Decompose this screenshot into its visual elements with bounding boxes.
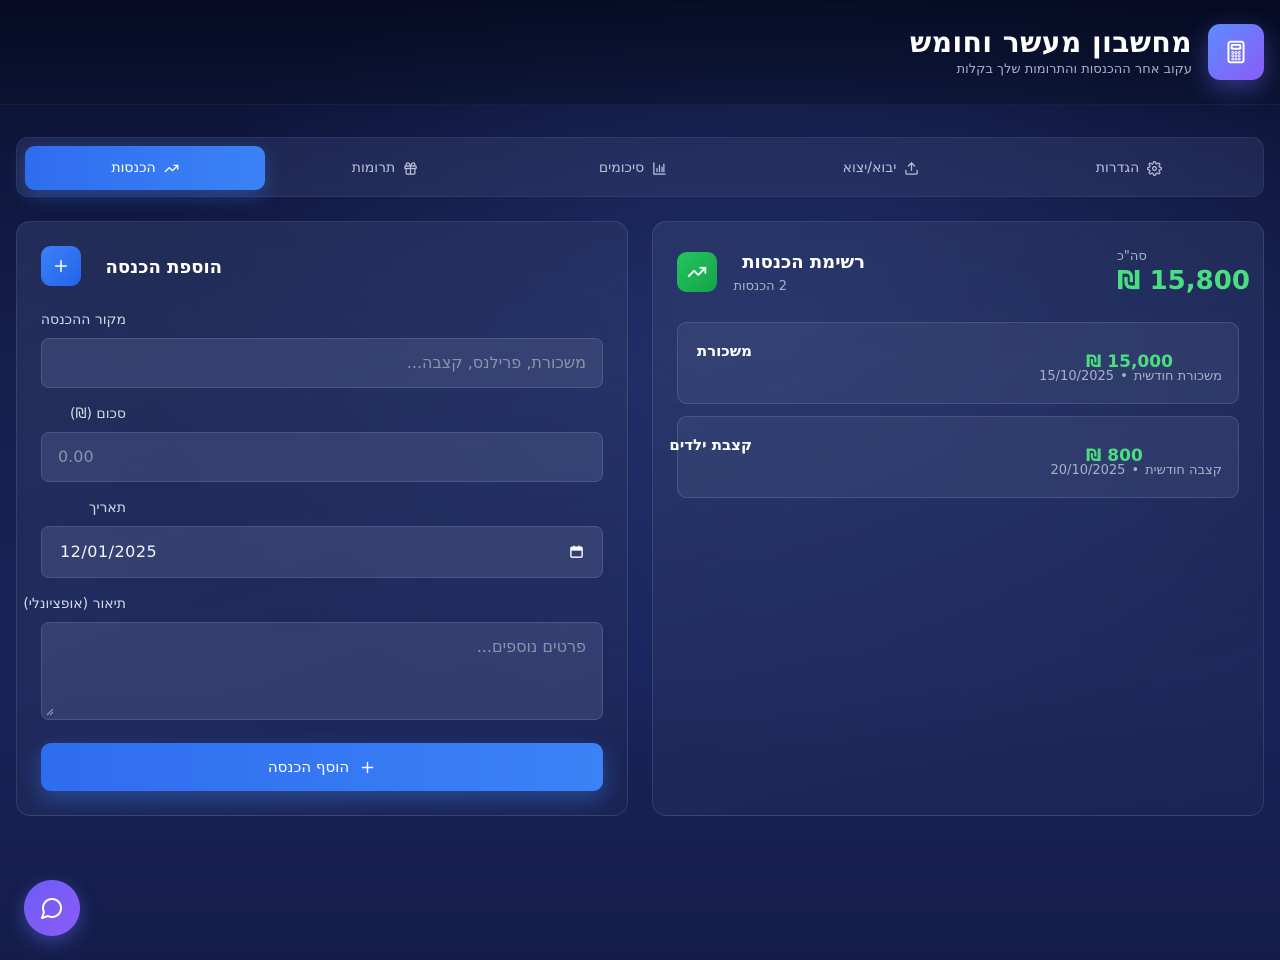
add-income-card: הוספת הכנסה מקור ההכנסה משכורת, פרילנס, …	[16, 221, 628, 816]
tab-label: סיכומים	[598, 160, 645, 176]
upload-icon	[905, 161, 919, 175]
tab-label: תרומות	[351, 160, 396, 176]
tab-label: הכנסות	[111, 160, 156, 176]
income-list-title: רשימת הכנסות	[742, 252, 865, 273]
app-subtitle: עקוב אחר ההכנסות והתרומות שלך בקלות	[956, 62, 1192, 77]
income-item[interactable]: משכורת משכורת חודשית•15/10/2025 15,000 ₪	[677, 322, 1239, 404]
plus-icon	[361, 761, 374, 773]
income-item[interactable]: קצבת ילדים קצבה חודשית•20/10/2025 800 ₪	[669, 416, 1239, 498]
tab-import-export[interactable]: יבוא/יצוא	[761, 146, 1001, 190]
tab-donations[interactable]: תרומות	[265, 146, 505, 190]
tab-label: הגדרות	[1095, 160, 1140, 176]
chat-button[interactable]	[24, 880, 80, 936]
source-placeholder: משכורת, פרילנס, קצבה...	[406, 353, 586, 372]
calendar-icon[interactable]	[569, 544, 584, 563]
description-placeholder: פרטים נוספים...	[476, 637, 586, 656]
gift-icon	[404, 161, 417, 175]
trending-up-icon	[164, 164, 179, 172]
date-input[interactable]: 12/01/2025	[41, 526, 603, 578]
total-label: סה"כ	[1117, 249, 1147, 264]
amount-placeholder: 0.00	[58, 447, 94, 466]
income-list-card: רשימת הכנסות 2 הכנסות סה"כ 15,800 ₪ משכו…	[652, 221, 1264, 816]
chat-bubble-icon	[41, 898, 62, 919]
tab-settings[interactable]: הגדרות	[1009, 146, 1249, 190]
source-label: מקור ההכנסה	[40, 312, 126, 328]
income-count: 2 הכנסות	[733, 279, 787, 294]
add-income-button-label: הוסף הכנסה	[267, 758, 350, 776]
app-header: מחשבון מעשר וחומש עקוב אחר ההכנסות והתרו…	[0, 0, 1280, 105]
income-item-name: משכורת	[696, 342, 752, 360]
total-value: 15,800 ₪	[1117, 266, 1250, 296]
amount-label: סכום (₪)	[70, 406, 126, 422]
income-item-name: קצבת ילדים	[669, 436, 752, 454]
calculator-icon	[1208, 24, 1264, 80]
tab-income[interactable]: הכנסות	[25, 146, 265, 190]
add-income-button[interactable]: הוסף הכנסה	[41, 743, 603, 791]
date-value: 12/01/2025	[60, 542, 158, 561]
description-label: תיאור (אופציונלי)	[23, 596, 126, 612]
add-income-title: הוספת הכנסה	[105, 257, 223, 278]
resize-handle-icon[interactable]	[46, 708, 54, 716]
date-label: תאריך	[88, 500, 126, 516]
bar-chart-icon	[653, 161, 666, 175]
gear-icon	[1147, 160, 1163, 176]
app-title: מחשבון מעשר וחומש	[910, 26, 1192, 59]
tab-summaries[interactable]: סיכומים	[513, 146, 753, 190]
income-item-amount: 800 ₪	[1086, 446, 1143, 466]
income-item-amount: 15,000 ₪	[1086, 352, 1173, 372]
tab-label: יבוא/יצוא	[842, 160, 897, 176]
trending-up-icon	[677, 252, 717, 292]
income-item-category: קצבה חודשית	[1145, 463, 1222, 478]
plus-icon	[41, 246, 81, 286]
source-input[interactable]: משכורת, פרילנס, קצבה...	[41, 338, 603, 388]
main-tabs: הגדרות יבוא/יצוא סיכומים תרומות הכנסות	[16, 137, 1264, 197]
amount-input[interactable]: 0.00	[41, 432, 603, 482]
description-textarea[interactable]: פרטים נוספים...	[41, 622, 603, 720]
